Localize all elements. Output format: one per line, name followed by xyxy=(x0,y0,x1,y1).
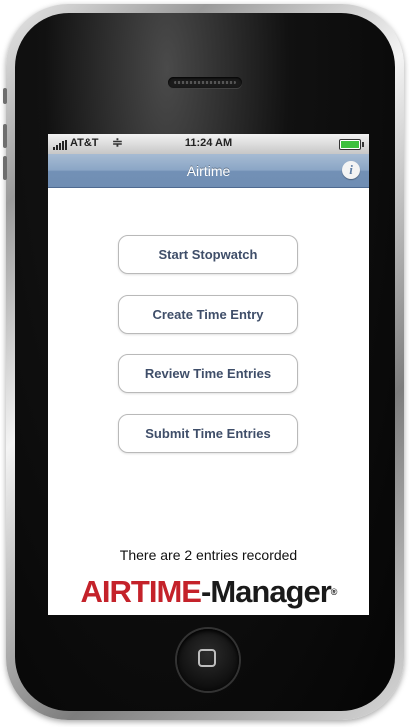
create-time-entry-button[interactable]: Create Time Entry xyxy=(118,295,298,334)
airtime-manager-logo: AIRTIME-Manager® xyxy=(80,574,338,609)
home-square-icon xyxy=(198,649,216,667)
volume-up-button xyxy=(3,124,7,148)
battery-icon xyxy=(339,139,364,150)
volume-down-button xyxy=(3,156,7,180)
status-bar: AT&T ≑ 11:24 AM xyxy=(48,134,369,154)
entries-count-text: There are 2 entries recorded xyxy=(119,547,298,563)
submit-time-entries-button[interactable]: Submit Time Entries xyxy=(118,414,298,453)
nav-title: Airtime xyxy=(186,163,231,179)
home-button[interactable] xyxy=(177,629,239,691)
earpiece-speaker xyxy=(168,77,242,88)
device-screen: AT&T ≑ 11:24 AM Airtime i Start Stopwatc… xyxy=(48,134,369,615)
mute-switch xyxy=(3,88,7,104)
navigation-bar: Airtime i xyxy=(48,154,369,188)
review-time-entries-button[interactable]: Review Time Entries xyxy=(118,354,298,393)
status-time: 11:24 AM xyxy=(184,137,233,149)
info-icon[interactable]: i xyxy=(342,161,360,179)
start-stopwatch-button[interactable]: Start Stopwatch xyxy=(118,235,298,274)
